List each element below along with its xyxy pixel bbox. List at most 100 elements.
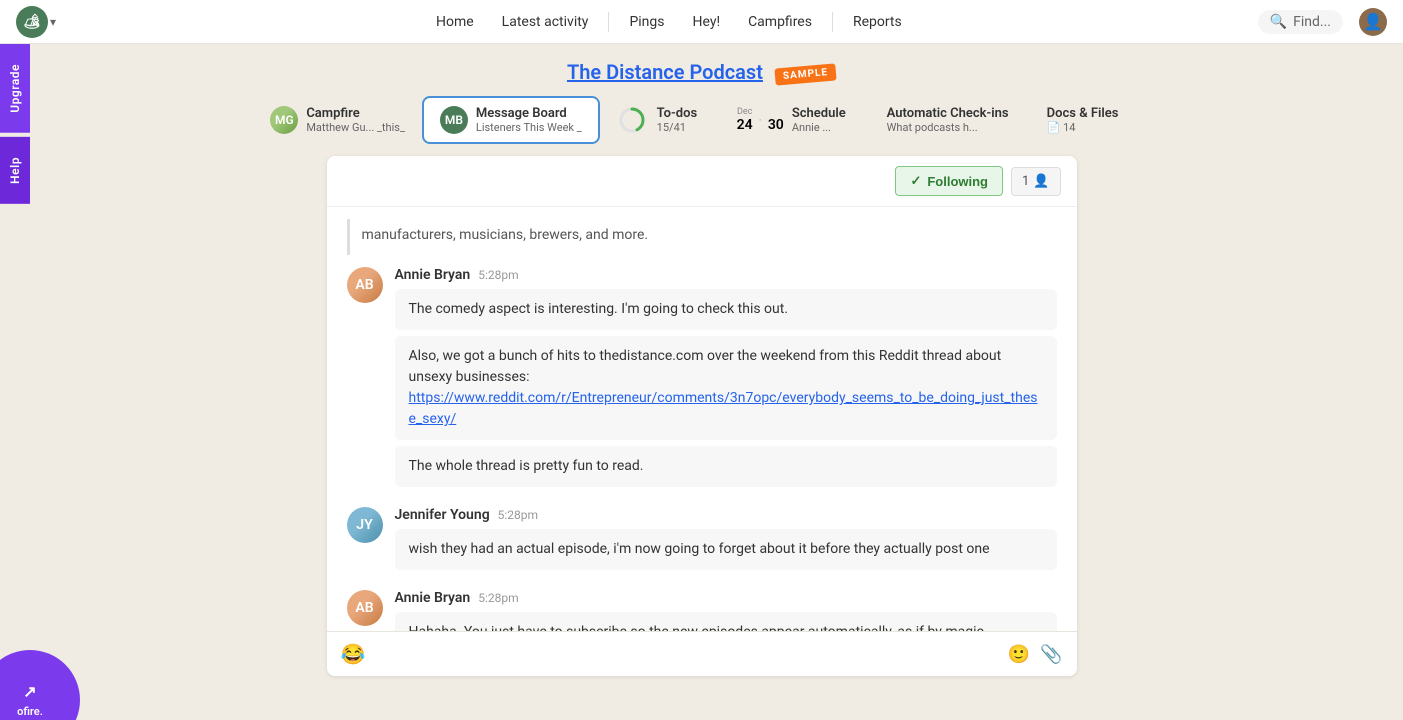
schedule-date-1: Dec 24 xyxy=(737,107,753,133)
nav-sep-2 xyxy=(832,12,833,32)
message-input[interactable] xyxy=(375,646,997,662)
message-body-3: Annie Bryan 5:28pm Hahaha. You just have… xyxy=(395,590,1057,631)
message-header-2: Jennifer Young 5:28pm xyxy=(395,507,1057,523)
left-sidebar: Upgrade Help xyxy=(0,44,30,720)
message-author-3: Annie Bryan xyxy=(395,590,471,606)
tab-bar: MG Campfire Matthew Gu... _this_ MB Mess… xyxy=(0,96,1403,156)
message-block-1b: Also, we got a bunch of hits to thedista… xyxy=(395,336,1057,440)
tab-message-board-title: Message Board xyxy=(476,106,582,121)
tab-campfire[interactable]: MG Campfire Matthew Gu... _this_ xyxy=(253,97,422,143)
schedule-day-2: 30 xyxy=(768,117,784,133)
message-body-2: Jennifer Young 5:28pm wish they had an a… xyxy=(395,507,1057,570)
message-header-3: Annie Bryan 5:28pm xyxy=(395,590,1057,606)
nav-pings[interactable]: Pings xyxy=(617,8,676,36)
tab-campfire-subtitle: Matthew Gu... _this_ xyxy=(306,121,405,134)
tab-docs-files[interactable]: Docs & Files 📄 14 xyxy=(1030,97,1150,143)
tab-schedule-title: Schedule xyxy=(792,106,846,121)
messages-area[interactable]: manufacturers, musicians, brewers, and m… xyxy=(327,207,1077,631)
following-label: Following xyxy=(927,174,988,189)
message-author-1: Annie Bryan xyxy=(395,267,471,283)
nav-reports[interactable]: Reports xyxy=(841,8,914,36)
nav-sep-1 xyxy=(608,12,609,32)
user-avatar[interactable]: 👤 xyxy=(1359,8,1387,36)
nav-home[interactable]: Home xyxy=(424,8,486,36)
find-button[interactable]: 🔍 Find... xyxy=(1258,10,1343,34)
schedule-date-2: 30 xyxy=(768,107,784,133)
main-content: ✓ Following 1 👤 manufacturers, musicians… xyxy=(0,156,1403,676)
tab-schedule[interactable]: Dec 24 · 30 Schedule Annie ... xyxy=(720,97,870,143)
tab-todos-text: To-dos 15/41 xyxy=(657,106,698,134)
tab-checkins-subtitle: What podcasts h... xyxy=(887,121,1009,134)
nav-links: Home Latest activity Pings Hey! Campfire… xyxy=(80,8,1258,36)
upgrade-tab[interactable]: Upgrade xyxy=(0,44,30,133)
tab-todos[interactable]: To-dos 15/41 xyxy=(600,96,720,144)
tab-campfire-content: Campfire Matthew Gu... _this_ xyxy=(306,106,405,134)
message-panel: ✓ Following 1 👤 manufacturers, musicians… xyxy=(327,156,1077,676)
avatar: JY xyxy=(347,507,383,543)
tab-message-board-subtitle: Listeners This Week _ xyxy=(476,121,582,134)
schedule-month-2 xyxy=(775,107,777,117)
input-area: 😂 🙂 📎 xyxy=(327,631,1077,676)
tab-checkins-content: Automatic Check-ins What podcasts h... xyxy=(887,106,1009,134)
following-bar: ✓ Following 1 👤 xyxy=(327,156,1077,207)
tab-campfire-title: Campfire xyxy=(306,106,405,121)
find-label: Find... xyxy=(1293,14,1331,30)
page-header: The Distance Podcast SAMPLE xyxy=(0,44,1403,96)
message-text-1b: Also, we got a bunch of hits to thedista… xyxy=(409,348,1002,385)
message-text-1a: The comedy aspect is interesting. I'm go… xyxy=(409,301,789,317)
schedule-month-1: Dec xyxy=(737,107,752,117)
tab-campfire-avatar: MG xyxy=(270,106,298,134)
emoji-button[interactable]: 🙂 xyxy=(1008,644,1030,665)
app-logo[interactable]: 🏕 ▾ xyxy=(16,6,56,38)
message-block-2a: wish they had an actual episode, i'm now… xyxy=(395,529,1057,570)
tab-todos-title: To-dos xyxy=(657,106,698,121)
message-link-1[interactable]: https://www.reddit.com/r/Entrepreneur/co… xyxy=(409,390,1038,427)
message-block-1a: The comedy aspect is interesting. I'm go… xyxy=(395,289,1057,330)
schedule-dates: Dec 24 · 30 xyxy=(737,107,784,133)
message-text-3a: Hahaha. You just have to subscribe so th… xyxy=(409,624,988,631)
attach-button[interactable]: 📎 xyxy=(1040,644,1062,665)
intro-text: manufacturers, musicians, brewers, and m… xyxy=(362,227,649,243)
schedule-dash: · xyxy=(759,113,762,127)
following-button[interactable]: ✓ Following xyxy=(895,166,1003,196)
message-time-2: 5:28pm xyxy=(498,508,538,522)
intro-message: manufacturers, musicians, brewers, and m… xyxy=(347,219,1057,255)
message-text-2a: wish they had an actual episode, i'm now… xyxy=(409,541,990,557)
sample-badge: SAMPLE xyxy=(774,64,836,86)
project-title[interactable]: The Distance Podcast xyxy=(567,60,763,84)
tab-message-board[interactable]: MB Message Board Listeners This Week _ xyxy=(422,96,600,144)
table-row: JY Jennifer Young 5:28pm wish they had a… xyxy=(347,507,1057,570)
avatar: AB xyxy=(347,590,383,626)
tab-automatic-checkins[interactable]: Automatic Check-ins What podcasts h... xyxy=(870,97,1030,143)
emoji-starter[interactable]: 😂 xyxy=(341,642,366,666)
message-time-3: 5:28pm xyxy=(478,591,518,605)
nav-latest-activity[interactable]: Latest activity xyxy=(490,8,601,36)
tab-message-board-content: Message Board Listeners This Week _ xyxy=(476,106,582,134)
search-icon: 🔍 xyxy=(1270,14,1287,30)
schedule-day-1: 24 xyxy=(737,117,753,133)
tab-schedule-content: Schedule Annie ... xyxy=(792,106,846,134)
table-row: AB Annie Bryan 5:28pm Hahaha. You just h… xyxy=(347,590,1057,631)
progress-ring-icon xyxy=(617,105,647,135)
nav-campfires[interactable]: Campfires xyxy=(736,8,824,36)
follower-number: 1 xyxy=(1022,174,1029,189)
message-body-1: Annie Bryan 5:28pm The comedy aspect is … xyxy=(395,267,1057,487)
tab-docs-subtitle: 📄 14 xyxy=(1047,121,1119,134)
tab-schedule-subtitle: Annie ... xyxy=(792,121,846,134)
tab-docs-title: Docs & Files xyxy=(1047,106,1119,121)
logo-icon: 🏕 xyxy=(16,6,48,38)
logo-dropdown-icon[interactable]: ▾ xyxy=(50,15,56,29)
tab-docs-content: Docs & Files 📄 14 xyxy=(1047,106,1119,134)
person-icon: 👤 xyxy=(1033,174,1049,189)
message-author-2: Jennifer Young xyxy=(395,507,490,523)
table-row: AB Annie Bryan 5:28pm The comedy aspect … xyxy=(347,267,1057,487)
message-block-1c: The whole thread is pretty fun to read. xyxy=(395,446,1057,487)
avatar: AB xyxy=(347,267,383,303)
tab-todos-content: To-dos 15/41 xyxy=(617,105,698,135)
message-time-1: 5:28pm xyxy=(478,268,518,282)
follower-count[interactable]: 1 👤 xyxy=(1011,167,1061,196)
nav-hey[interactable]: Hey! xyxy=(681,8,733,36)
message-text-1c: The whole thread is pretty fun to read. xyxy=(409,458,644,474)
tab-message-board-avatar: MB xyxy=(440,106,468,134)
help-tab[interactable]: Help xyxy=(0,137,30,204)
